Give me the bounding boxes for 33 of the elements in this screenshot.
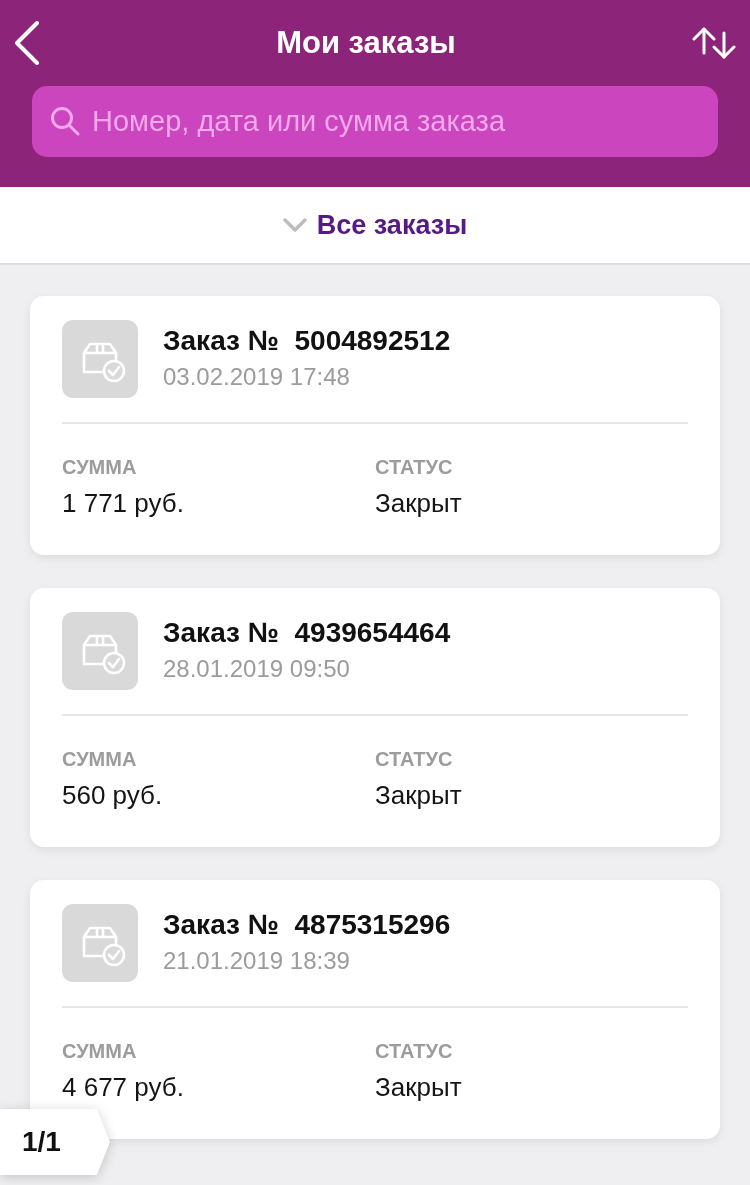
field-value: 4 677 руб. — [62, 1071, 184, 1104]
order-number: Заказ № 4875315296 — [163, 908, 451, 942]
field-value: 1 771 руб. — [62, 487, 184, 520]
field-value: Закрыт — [375, 487, 462, 520]
back-button[interactable] — [14, 21, 40, 65]
field-value: Закрыт — [375, 1071, 462, 1104]
page-title: Мои заказы — [276, 25, 456, 61]
order-date: 21.01.2019 18:39 — [163, 946, 351, 976]
field-value: 560 руб. — [62, 779, 163, 812]
search-icon — [50, 106, 80, 136]
package-check-icon — [62, 904, 138, 982]
field-value: Закрыт — [375, 779, 462, 812]
sort-arrows-icon — [692, 27, 736, 59]
chevron-down-icon — [282, 218, 307, 232]
order-date: 28.01.2019 09:50 — [163, 654, 351, 684]
package-check-icon — [62, 320, 138, 398]
back-chevron-icon — [14, 21, 40, 65]
sort-button[interactable] — [692, 27, 736, 59]
search-field[interactable]: Номер, дата или сумма заказа — [32, 86, 718, 157]
order-card[interactable]: Заказ № 4939654464 28.01.2019 09:50 СУММА 560 руб. СТАТУС Закрыт — [30, 588, 720, 847]
field-label: СУММА — [62, 455, 137, 480]
field-label: СТАТУС — [375, 1039, 453, 1064]
field-label: СТАТУС — [375, 747, 453, 772]
page-counter: 1/1 — [0, 1109, 110, 1175]
field-label: СУММА — [62, 1039, 137, 1064]
order-filter-dropdown[interactable]: Все заказы — [276, 205, 474, 245]
package-check-icon — [62, 612, 138, 690]
field-label: СТАТУС — [375, 455, 453, 480]
order-card[interactable]: Заказ № 5004892512 03.02.2019 17:48 СУММА 1 771 руб. СТАТУС Закрыт — [30, 296, 720, 555]
order-number: Заказ № 4939654464 — [163, 616, 451, 650]
field-label: СУММА — [62, 747, 137, 772]
order-number: Заказ № 5004892512 — [163, 324, 451, 358]
order-date: 03.02.2019 17:48 — [163, 362, 351, 392]
